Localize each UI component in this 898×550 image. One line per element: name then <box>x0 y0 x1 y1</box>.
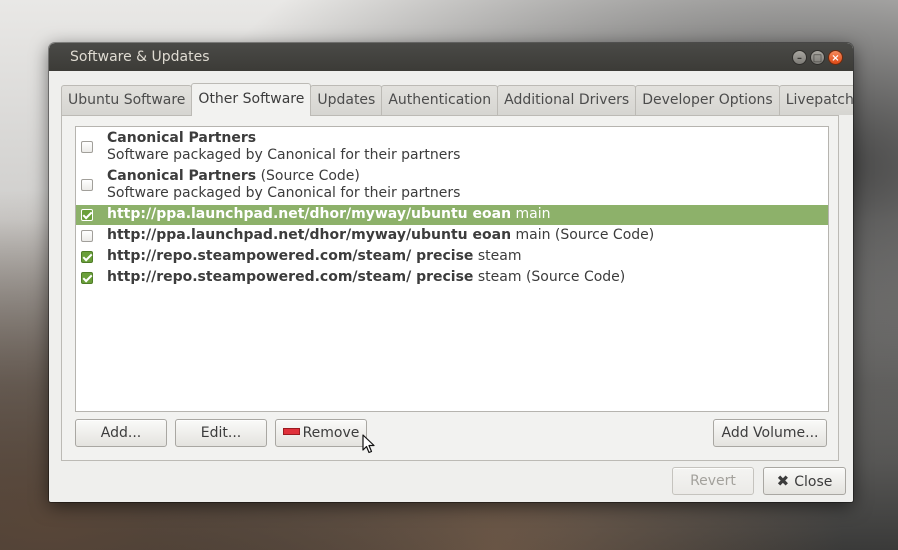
window-title: Software & Updates <box>70 49 210 65</box>
source-description: Software packaged by Canonical for their… <box>107 147 461 163</box>
tab-livepatch[interactable]: Livepatch <box>778 85 853 115</box>
title-bar[interactable]: Software & Updates – □ × <box>49 43 853 71</box>
source-title: http://ppa.launchpad.net/dhor/myway/ubun… <box>107 227 655 243</box>
source-row-ppa-myway-source[interactable]: http://ppa.launchpad.net/dhor/myway/ubun… <box>76 226 828 246</box>
edit-button[interactable]: Edit... <box>175 419 267 447</box>
tab-other-software[interactable]: Other Software <box>191 83 312 116</box>
source-row-ppa-myway[interactable]: http://ppa.launchpad.net/dhor/myway/ubun… <box>76 205 828 225</box>
source-enabled-checkbox[interactable] <box>81 209 93 221</box>
mouse-pointer-icon <box>362 434 375 454</box>
source-enabled-checkbox[interactable] <box>81 230 93 242</box>
source-enabled-checkbox[interactable] <box>81 179 93 191</box>
source-description: Software packaged by Canonical for their… <box>107 185 461 201</box>
close-icon: ✖ <box>776 472 790 490</box>
source-row-canonical-partners-source[interactable]: Canonical Partners (Source Code) Softwar… <box>76 167 828 205</box>
software-sources-list: Canonical Partners Software packaged by … <box>75 126 829 412</box>
add-volume-button[interactable]: Add Volume... <box>713 419 827 447</box>
tab-additional-drivers[interactable]: Additional Drivers <box>497 85 637 115</box>
revert-button[interactable]: Revert <box>672 467 754 495</box>
source-row-canonical-partners[interactable]: Canonical Partners Software packaged by … <box>76 129 828 167</box>
tab-updates[interactable]: Updates <box>310 85 383 115</box>
remove-button[interactable]: Remove <box>275 419 367 447</box>
source-row-steam-source[interactable]: http://repo.steampowered.com/steam/ prec… <box>76 268 828 288</box>
tab-ubuntu-software[interactable]: Ubuntu Software <box>61 85 193 115</box>
source-enabled-checkbox[interactable] <box>81 272 93 284</box>
source-title: Canonical Partners <box>107 130 257 146</box>
source-title: http://repo.steampowered.com/steam/ prec… <box>107 248 522 264</box>
add-button[interactable]: Add... <box>75 419 167 447</box>
close-button[interactable]: ✖ Close <box>763 467 846 495</box>
remove-icon <box>282 428 300 435</box>
tab-authentication[interactable]: Authentication <box>381 85 499 115</box>
source-row-steam[interactable]: http://repo.steampowered.com/steam/ prec… <box>76 247 828 267</box>
source-title: http://ppa.launchpad.net/dhor/myway/ubun… <box>107 206 551 222</box>
tab-bar: Ubuntu Software Other Software Updates A… <box>61 83 853 116</box>
source-title: http://repo.steampowered.com/steam/ prec… <box>107 269 626 285</box>
maximize-window-button[interactable]: □ <box>810 50 825 65</box>
other-software-panel: Canonical Partners Software packaged by … <box>61 115 839 461</box>
source-title: Canonical Partners (Source Code) <box>107 168 360 184</box>
minimize-window-button[interactable]: – <box>792 50 807 65</box>
source-enabled-checkbox[interactable] <box>81 141 93 153</box>
source-enabled-checkbox[interactable] <box>81 251 93 263</box>
remove-button-label: Remove <box>302 425 360 441</box>
tab-developer-options[interactable]: Developer Options <box>635 85 780 115</box>
close-window-button[interactable]: × <box>828 50 843 65</box>
close-button-label: Close <box>794 474 833 490</box>
software-updates-window: Software & Updates – □ × Ubuntu Software… <box>49 43 853 502</box>
